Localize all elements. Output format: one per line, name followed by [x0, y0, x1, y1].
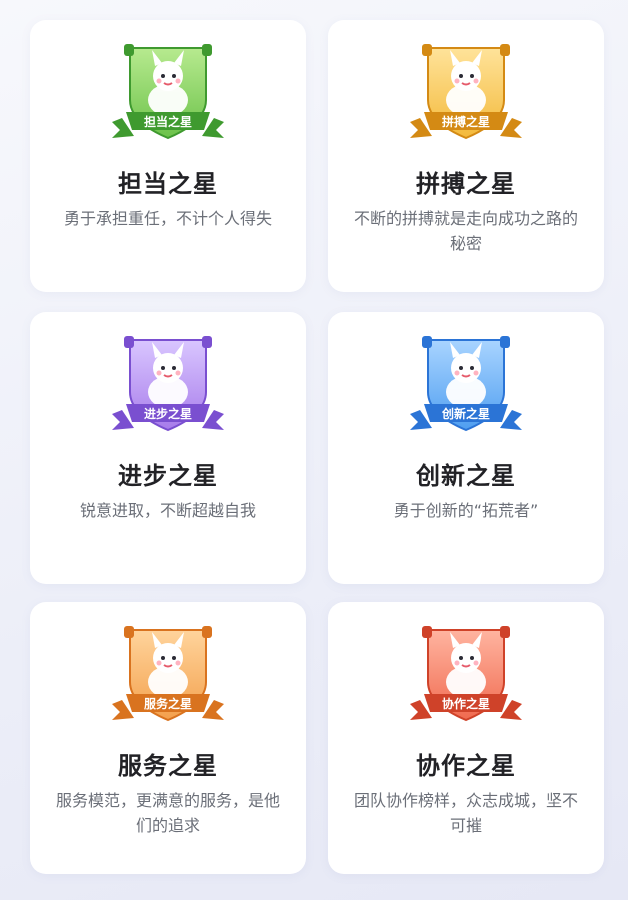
award-description: 团队协作榜样，众志成城，坚不可摧 [353, 791, 578, 835]
badge-label: 服务之星 [144, 696, 192, 711]
badge-label: 拼搏之星 [442, 114, 490, 129]
award-badge-icon: 进步之星 [108, 330, 228, 442]
award-description: 服务模范，更满意的服务，是他们的追求 [55, 791, 280, 835]
award-badge-icon: 担当之星 [108, 38, 228, 150]
award-description: 勇于创新的“拓荒者” [393, 501, 539, 520]
award-badge-icon: 创新之星 [406, 330, 526, 442]
badge-label: 协作之星 [442, 696, 490, 711]
badge-label: 担当之星 [144, 114, 192, 129]
badge-label: 创新之星 [441, 406, 490, 421]
award-title: 服务之星 [118, 752, 218, 780]
award-description: 锐意进取，不断超越自我 [79, 501, 256, 520]
award-title: 协作之星 [416, 752, 516, 780]
award-title: 拼搏之星 [416, 170, 516, 198]
award-title: 进步之星 [118, 462, 218, 490]
award-description: 勇于承担重任，不计个人得失 [63, 209, 272, 228]
award-title: 担当之星 [118, 170, 218, 198]
award-badge-icon: 拼搏之星 [406, 38, 526, 150]
award-card[interactable]: 拼搏之星 拼搏之星 不断的拼搏就是走向成功之路的秘密 [328, 20, 604, 292]
badge-label: 进步之星 [144, 406, 192, 421]
award-card[interactable]: 担当之星 担当之星 勇于承担重任，不计个人得失 [30, 20, 306, 292]
award-description: 不断的拼搏就是走向成功之路的秘密 [353, 209, 578, 253]
award-card[interactable]: 服务之星 服务之星 服务模范，更满意的服务，是他们的追求 [30, 602, 306, 874]
award-title: 创新之星 [416, 462, 516, 490]
award-card[interactable]: 进步之星 进步之星 锐意进取，不断超越自我 [30, 312, 306, 584]
award-card[interactable]: 协作之星 协作之星 团队协作榜样，众志成城，坚不可摧 [328, 602, 604, 874]
award-badge-icon: 协作之星 [406, 620, 526, 732]
award-badge-icon: 服务之星 [108, 620, 228, 732]
award-card[interactable]: 创新之星 创新之星 勇于创新的“拓荒者” [328, 312, 604, 584]
